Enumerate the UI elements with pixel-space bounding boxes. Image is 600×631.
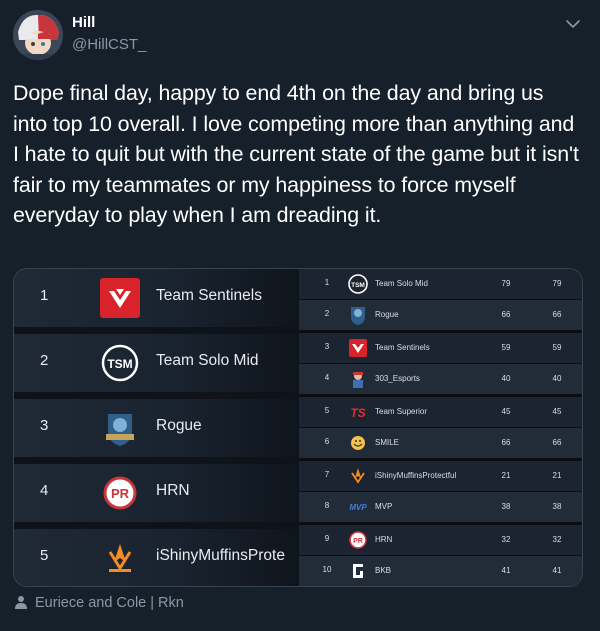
value: 66 — [501, 438, 511, 447]
value: 79 — [501, 279, 511, 288]
svg-text:MVP: MVP — [349, 503, 367, 512]
value: 41 — [552, 566, 562, 575]
svg-text:TSM: TSM — [351, 282, 365, 289]
value: 40 — [552, 374, 562, 383]
rank: 5 — [40, 547, 49, 564]
fnatic-logo-icon — [108, 544, 132, 572]
tsm-logo-icon: TSM — [101, 344, 139, 382]
rogue-logo-icon — [351, 307, 365, 325]
standings-row: 5 TS Team Superior 45 45 — [299, 397, 582, 427]
tsm-logo-icon: TSM — [348, 274, 368, 294]
fnatic-logo-icon — [351, 468, 365, 484]
hrn-logo-icon: PR — [349, 531, 367, 549]
rank: 4 — [40, 482, 49, 499]
team-name: Team Superior — [375, 407, 428, 416]
value: 38 — [501, 502, 511, 511]
smile-logo-icon — [351, 436, 365, 450]
superior-logo-icon: TS — [350, 406, 365, 420]
value: 21 — [501, 471, 511, 480]
hrn-logo-icon: PR — [103, 476, 137, 510]
team-name: Team Sentinels — [156, 287, 262, 304]
standings-right-panel: 1 TSM Team Solo Mid 79 79 2 Rogue 66 66 … — [299, 269, 582, 586]
team-name: 303_Esports — [375, 374, 420, 383]
tweet-text: Dope final day, happy to end 4th on the … — [13, 81, 585, 227]
standings-row: 9 PR HRN 32 32 — [299, 525, 582, 555]
svg-text:TS: TS — [350, 406, 365, 420]
team-name: Team Solo Mid — [156, 352, 259, 369]
sentinels-logo-icon — [349, 339, 367, 357]
standings-row: 10 BKB 41 41 — [299, 556, 582, 586]
author-name[interactable]: Hill — [72, 14, 95, 31]
person-icon — [15, 596, 27, 609]
avatar[interactable] — [13, 10, 63, 60]
team-name: iShinyMuffinsProtectful — [375, 471, 457, 480]
tweet: Hill @HillCST_ Dope final day, happy to … — [0, 0, 600, 631]
tagged-users-text: Euriece and Cole | Rkn — [35, 595, 184, 611]
value: 32 — [501, 535, 511, 544]
rank: 1 — [324, 278, 330, 287]
value: 66 — [501, 310, 511, 319]
standings-row: 2 Rogue 66 66 — [299, 300, 582, 330]
standings-row: 1 TSM Team Solo Mid 79 79 — [299, 269, 582, 299]
value: 38 — [552, 502, 562, 511]
standings-left-panel: 1 Team Sentinels 2 TSM Team Solo Mid 3 R… — [14, 269, 299, 586]
rank: 8 — [324, 501, 330, 510]
mvp-logo-icon: MVP — [349, 503, 367, 512]
standings-row: 5 iShinyMuffinsProte — [14, 529, 299, 586]
value: 66 — [552, 310, 562, 319]
team-name: HRN — [375, 535, 393, 544]
avatar-image — [13, 10, 63, 60]
rank: 3 — [40, 417, 49, 434]
standings-row: 3 Rogue — [14, 399, 299, 457]
standings-row: 4 303_Esports 40 40 — [299, 364, 582, 394]
svg-text:PR: PR — [353, 538, 363, 545]
rank: 4 — [324, 373, 330, 382]
standings-row: 3 Team Sentinels 59 59 — [299, 333, 582, 363]
svg-text:TSM: TSM — [107, 357, 132, 371]
value: 45 — [552, 407, 562, 416]
standings-row: 6 SMILE 66 66 — [299, 428, 582, 458]
value: 59 — [501, 343, 511, 352]
value: 32 — [552, 535, 562, 544]
value: 21 — [552, 471, 562, 480]
rogue-logo-icon — [106, 414, 134, 446]
team-name: MVP — [375, 502, 393, 511]
value: 45 — [501, 407, 511, 416]
rank: 2 — [40, 352, 49, 369]
svg-text:PR: PR — [111, 486, 130, 501]
value: 40 — [501, 374, 511, 383]
rank: 1 — [40, 287, 49, 304]
value: 41 — [501, 566, 511, 575]
team-name: Rogue — [375, 310, 399, 319]
value: 79 — [552, 279, 562, 288]
rank: 6 — [324, 437, 330, 446]
standings-row: 4 PR HRN — [14, 464, 299, 522]
team-name: Rogue — [156, 417, 202, 434]
team-name: HRN — [156, 482, 190, 499]
rank: 9 — [324, 534, 330, 543]
team-name: Team Solo Mid — [375, 279, 428, 288]
303-logo-icon — [353, 372, 363, 388]
bkb-logo-icon — [353, 564, 363, 578]
team-name: Team Sentinels — [375, 343, 430, 352]
team-name: BKB — [375, 566, 392, 575]
standings-row: 2 TSM Team Solo Mid — [14, 334, 299, 392]
rank: 7 — [324, 470, 330, 479]
value: 59 — [552, 343, 562, 352]
standings-row: 7 iShinyMuffinsProtectful 21 21 — [299, 461, 582, 491]
standings-row: 8 MVP MVP 38 38 — [299, 492, 582, 522]
rank: 2 — [324, 309, 330, 318]
chevron-down-icon[interactable] — [563, 14, 583, 34]
value: 66 — [552, 438, 562, 447]
tweet-media[interactable]: 1 Team Sentinels 2 TSM Team Solo Mid 3 R… — [13, 268, 583, 587]
sentinels-logo-icon — [100, 278, 140, 318]
rank: 5 — [324, 406, 330, 415]
team-name: iShinyMuffinsProte — [156, 547, 285, 564]
team-name: SMILE — [375, 438, 400, 447]
tagged-users[interactable]: Euriece and Cole | Rkn — [13, 594, 184, 611]
rank: 10 — [322, 565, 332, 574]
rank: 3 — [324, 342, 330, 351]
author-handle[interactable]: @HillCST_ — [72, 36, 146, 53]
standings-row: 1 Team Sentinels — [14, 269, 299, 327]
